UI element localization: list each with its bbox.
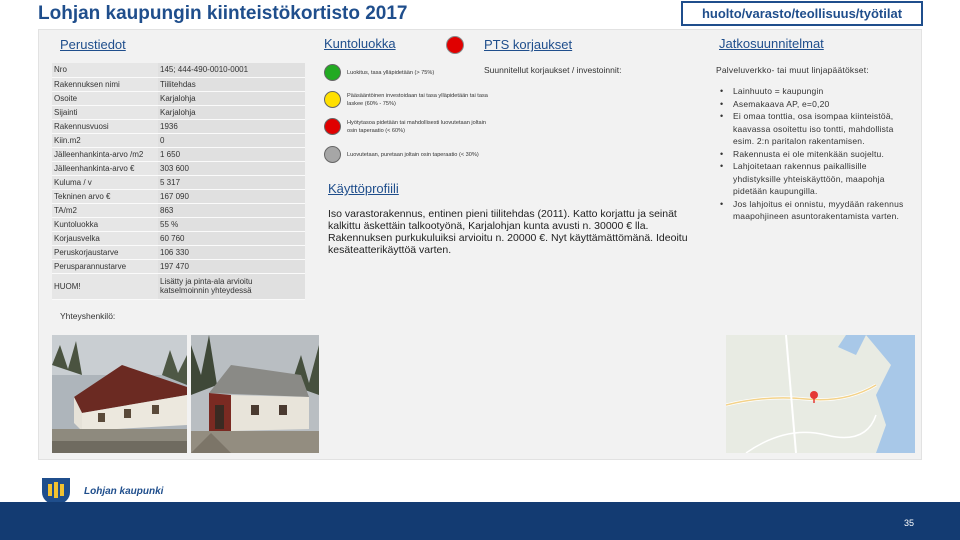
info-row: TA/m2 863 xyxy=(52,203,305,218)
planning-bullet: Ei omaa tonttia, osa isompaa kiinteistöä… xyxy=(717,110,915,148)
footer-bar: 35 xyxy=(0,502,960,540)
building-photo-1-image xyxy=(52,335,187,453)
info-row: Tekninen arvo €167 090 xyxy=(52,189,305,204)
info-value: 55 % xyxy=(158,217,305,232)
info-row: Korjausvelka 60 760 xyxy=(52,231,305,246)
basic-info-header: Perustiedot xyxy=(60,37,126,52)
planning-bullet-list: Lainhuuto = kaupunginAsemakaava AP, e=0,… xyxy=(717,85,915,223)
info-value: Lisätty ja pinta-ala arvioitu katselmoin… xyxy=(158,273,305,300)
condition-legend-text: Luovutetaan, puretaan joltain osin taper… xyxy=(347,151,479,158)
info-row: Rakennuksen nimi Tiilitehdas xyxy=(52,77,305,92)
info-value: Karjalohja xyxy=(158,91,305,106)
category-box: huolto/varasto/teollisuus/työtilat xyxy=(681,1,923,26)
info-row: Nro 145; 444-490-0010-0001 xyxy=(52,63,305,78)
planning-bullet: Rakennusta ei ole mitenkään suojeltu. xyxy=(717,148,915,161)
building-photo-2 xyxy=(191,335,319,453)
page-number: 35 xyxy=(903,518,914,528)
info-row: Jälleenhankinta-arvo /m2 1 650 xyxy=(52,147,305,162)
condition-legend-item: Luovutetaan, puretaan joltain osin taper… xyxy=(324,146,497,163)
info-value: Tiilitehdas xyxy=(158,77,305,92)
info-row: Perusparannustarve 197 470 xyxy=(52,259,305,274)
info-value: 863 xyxy=(158,203,305,218)
info-key: Kuntoluokka xyxy=(52,217,158,232)
info-key: Kuluma / v xyxy=(52,175,158,190)
usage-paragraph: Iso varastorakennus, entinen pieni tiili… xyxy=(328,208,677,232)
info-row: HUOM! Lisätty ja pinta-ala arvioitu katse… xyxy=(52,273,305,300)
repairs-text: Suunnitellut korjaukset / investoinnit: xyxy=(484,65,622,75)
condition-indicator xyxy=(446,36,464,54)
info-key: Rakennusvuosi xyxy=(52,119,158,134)
building-photo-2-image xyxy=(191,335,319,453)
condition-legend-item: Pääsääntöinen investoidaan tai tasa yllä… xyxy=(324,91,497,108)
condition-legend-item: Hyötytasoa pidetään tai mahdollisesti lu… xyxy=(324,118,497,135)
condition-header: Kuntoluokka xyxy=(324,36,396,51)
info-value: 5 317 xyxy=(158,175,305,190)
info-row: Kiin.m2 0 xyxy=(52,133,305,148)
condition-dot-icon xyxy=(324,146,341,163)
info-key: Nro xyxy=(52,63,158,78)
repairs-header: PTS korjaukset xyxy=(484,37,573,52)
info-key: Jälleenhankinta-arvo /m2 xyxy=(52,147,158,162)
basic-info-table: Nro 145; 444-490-0010-0001 Rakennuksen nim… xyxy=(52,63,305,300)
info-row: Kuntoluokka 55 % xyxy=(52,217,305,232)
usage-profile-text: Iso varastorakennus, entinen pieni tiili… xyxy=(328,208,700,256)
info-row: Rakennusvuosi 1936 xyxy=(52,119,305,134)
planning-bullet: Lahjoitetaan rakennus paikallisille yhdi… xyxy=(717,160,915,198)
condition-legend-item: Luokitus, tasa ylläpidetään (> 75%) xyxy=(324,64,497,81)
building-photo-1 xyxy=(52,335,187,453)
info-key: Jälleenhankinta-arvo € xyxy=(52,161,158,176)
info-value: 1 650 xyxy=(158,147,305,162)
info-row: Sijainti Karjalohja xyxy=(52,105,305,120)
info-key: Sijainti xyxy=(52,105,158,120)
info-value: 106 330 xyxy=(158,245,305,260)
info-key: Korjausvelka xyxy=(52,231,158,246)
info-value: 60 760 xyxy=(158,231,305,246)
planning-bullet: Lainhuuto = kaupungin xyxy=(717,85,915,98)
info-key: TA/m2 xyxy=(52,203,158,218)
info-key: Peruskorjaustarve xyxy=(52,245,158,260)
info-value: 167 090 xyxy=(158,189,305,204)
info-key: Osoite xyxy=(52,91,158,106)
info-key: Kiin.m2 xyxy=(52,133,158,148)
condition-dot-icon xyxy=(324,64,341,81)
info-key: Tekninen arvo € xyxy=(52,189,158,204)
city-logo-text: Lohjan kaupunki xyxy=(84,486,164,497)
info-key: HUOM! xyxy=(52,273,158,300)
info-value: 145; 444-490-0010-0001 xyxy=(158,63,305,78)
condition-dot-icon xyxy=(324,91,341,108)
planning-bullet: Asemakaava AP, e=0,20 xyxy=(717,98,915,111)
info-value: Karjalohja xyxy=(158,105,305,120)
info-row: Peruskorjaustarve 106 330 xyxy=(52,245,305,260)
condition-legend-text: Hyötytasoa pidetään tai mahdollisesti lu… xyxy=(347,119,486,134)
info-row: Osoite Karjalohja xyxy=(52,91,305,106)
info-value: 0 xyxy=(158,133,305,148)
contact-label: Yhteyshenkilö: xyxy=(60,311,116,321)
info-row: Jälleenhankinta-arvo €303 600 xyxy=(52,161,305,176)
location-map xyxy=(726,335,915,453)
info-key: Perusparannustarve xyxy=(52,259,158,274)
page-title: Lohjan kaupungin kiinteistökortisto 2017 xyxy=(38,3,408,24)
info-value: 1936 xyxy=(158,119,305,134)
info-value: 197 470 xyxy=(158,259,305,274)
info-row: Kuluma / v5 317 xyxy=(52,175,305,190)
condition-dot-icon xyxy=(324,118,341,135)
planning-bullet: Jos lahjoitus ei onnistu, myydään rakenn… xyxy=(717,198,915,223)
usage-profile-header: Käyttöprofiili xyxy=(328,181,399,196)
info-value: 303 600 xyxy=(158,161,305,176)
info-key: Rakennuksen nimi xyxy=(52,77,158,92)
condition-legend-text: Pääsääntöinen investoidaan tai tasa yllä… xyxy=(347,92,488,107)
planning-text: Palveluverkko- tai muut linjapäätökset: xyxy=(716,65,869,75)
usage-paragraph: Rakennuksen purkukuluiksi arvioitu n. 20… xyxy=(328,232,688,256)
further-planning-header: Jatkosuunnitelmat xyxy=(719,36,824,51)
location-map-image xyxy=(726,335,915,453)
condition-legend-text: Luokitus, tasa ylläpidetään (> 75%) xyxy=(347,69,435,76)
